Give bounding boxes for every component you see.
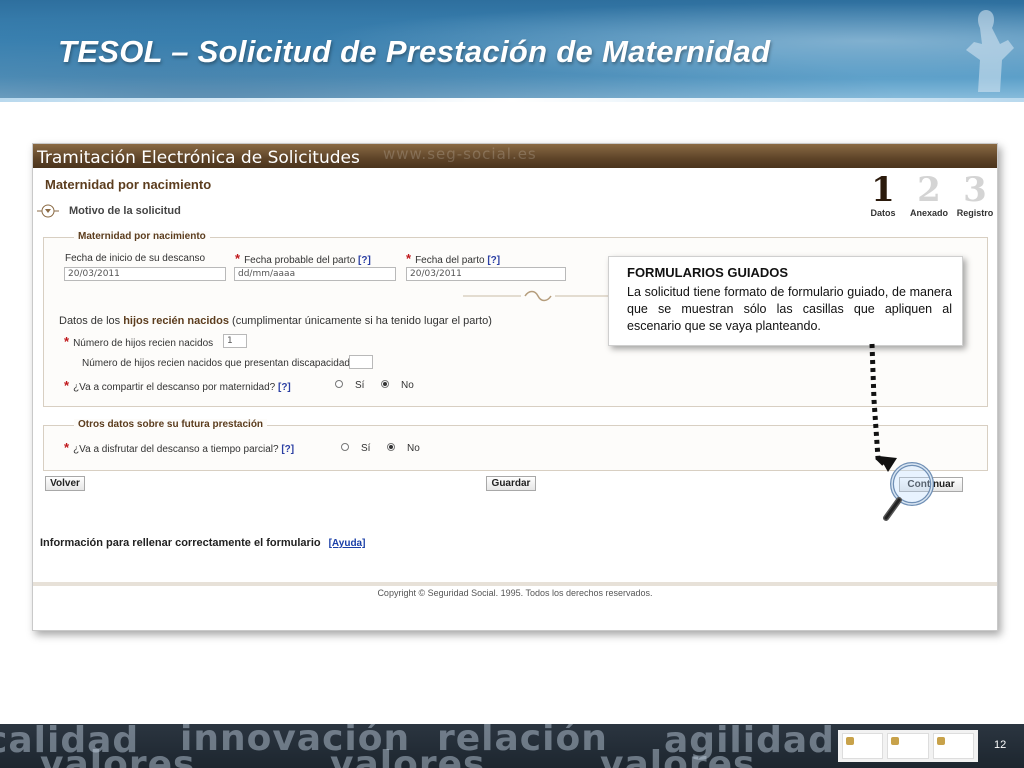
slide-title: TESOL – Solicitud de Prestación de Mater… (58, 34, 771, 69)
app-header-title: Tramitación Electrónica de Solicitudes (37, 148, 360, 168)
parttime-no-radio[interactable] (387, 443, 395, 451)
callout-box: FORMULARIOS GUIADOS La solicitud tiene f… (608, 256, 963, 346)
probable-date-input[interactable]: dd/mm/aaaa (234, 267, 396, 281)
app-header-watermark: www.seg-social.es (383, 145, 537, 163)
bottom-word: valores (40, 744, 196, 768)
share-question: * ¿Va a compartir el descanso por materni… (64, 378, 291, 393)
page-number: 12 (994, 739, 1007, 751)
help-link[interactable]: [Ayuda] (329, 538, 366, 549)
start-date-input[interactable]: 20/03/2011 (64, 267, 226, 281)
form-info-line: Información para rellenar correctamente … (40, 537, 366, 549)
callout-body: La solicitud tiene formato de formulario… (627, 285, 952, 333)
help-link[interactable]: [?] (278, 382, 291, 393)
government-logos (838, 730, 978, 762)
required-icon: * (64, 334, 70, 349)
bottom-values-strip: calidad innovación relación agilidad val… (0, 724, 1024, 768)
magnifier-icon (883, 462, 934, 521)
probable-date-label: * Fecha probable del parto [?] (235, 251, 371, 266)
step-caption: Datos (870, 208, 896, 218)
wizard-step-registro[interactable]: 3 Registro (955, 172, 995, 218)
step-caption: Registro (956, 208, 994, 218)
section-legend: Otros datos sobre su futura prestación (74, 419, 268, 430)
required-icon: * (64, 440, 70, 455)
step-caption: Anexado (909, 208, 948, 218)
back-button[interactable]: Volver (45, 476, 85, 491)
help-link[interactable]: [?] (358, 255, 371, 266)
help-link[interactable]: [?] (487, 255, 500, 266)
birth-date-label: * Fecha del parto [?] (406, 251, 501, 266)
children-disabled-label: Número de hijos recien nacidos que prese… (82, 358, 350, 369)
save-button[interactable]: Guardar (486, 476, 536, 491)
parttime-no-label: No (407, 443, 420, 454)
copyright-text: Copyright © Seguridad Social. 1995. Todo… (377, 588, 653, 598)
step-row: Motivo de la solicitud (37, 203, 181, 219)
slide-banner: TESOL – Solicitud de Prestación de Mater… (0, 0, 1024, 102)
wizard-step-anexado[interactable]: 2 Anexado (909, 172, 949, 218)
step-bullet-icon (37, 203, 59, 219)
children-count-input[interactable]: 1 (223, 334, 247, 348)
footer-divider (33, 582, 997, 586)
share-yes-radio[interactable] (335, 380, 343, 388)
help-link[interactable]: [?] (281, 444, 294, 455)
wizard-step-datos[interactable]: 1 Datos (863, 172, 903, 218)
ministry-logo (887, 733, 929, 759)
section-legend: Maternidad por nacimiento (74, 231, 210, 242)
children-count-label: * Número de hijos recien nacidos (64, 334, 214, 349)
birth-date-input[interactable]: 20/03/2011 (406, 267, 566, 281)
required-icon: * (235, 251, 241, 266)
required-icon: * (406, 251, 412, 266)
start-date-label: Fecha de inicio de su descanso (65, 253, 206, 264)
share-no-label: No (401, 380, 414, 391)
government-logo (842, 733, 884, 759)
children-intro: Datos de los hijos recién nacidos (cumpl… (59, 315, 492, 327)
children-disabled-input[interactable] (349, 355, 373, 369)
bottom-word: valores (330, 744, 486, 768)
callout-title: FORMULARIOS GUIADOS (627, 265, 789, 280)
statue-icon (966, 10, 1014, 92)
social-security-logo (932, 733, 974, 759)
page-heading: Maternidad por nacimiento (45, 177, 212, 192)
step-number: 3 (963, 170, 987, 210)
banner-divider (0, 98, 1024, 102)
app-header-bar: Tramitación Electrónica de Solicitudes w… (33, 144, 997, 168)
required-icon: * (64, 378, 70, 393)
parttime-question: * ¿Va a disfrutar del descanso a tiempo p… (64, 440, 295, 455)
bottom-word: valores (600, 744, 756, 768)
parttime-yes-label: Sí (361, 443, 371, 454)
step-number: 2 (917, 170, 941, 210)
share-no-radio[interactable] (381, 380, 389, 388)
ornament-divider (463, 290, 613, 302)
share-yes-label: Sí (355, 380, 365, 391)
parttime-yes-radio[interactable] (341, 443, 349, 451)
step-label: Motivo de la solicitud (69, 205, 181, 217)
wizard-steps: 1 Datos 2 Anexado 3 Registro (863, 172, 995, 218)
step-number: 1 (871, 170, 895, 210)
application-screenshot: Tramitación Electrónica de Solicitudes w… (32, 143, 998, 631)
